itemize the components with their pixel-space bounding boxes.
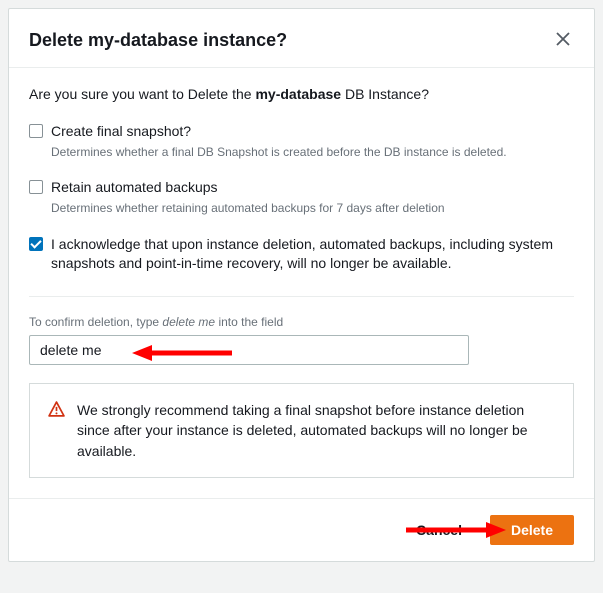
cancel-button[interactable]: Cancel — [400, 516, 478, 544]
modal-title: Delete my-database instance? — [29, 30, 287, 51]
option-acknowledge: I acknowledge that upon instance deletio… — [29, 235, 574, 274]
checkbox-desc: Determines whether retaining automated b… — [51, 200, 574, 217]
confirm-question: Are you sure you want to Delete the my-d… — [29, 86, 574, 102]
close-button[interactable] — [552, 27, 574, 53]
checkbox-acknowledge[interactable] — [29, 237, 43, 251]
checkbox-label: Retain automated backups — [51, 178, 218, 198]
confirm-input[interactable] — [29, 335, 469, 365]
delete-button[interactable]: Delete — [490, 515, 574, 545]
divider — [29, 296, 574, 297]
confirm-input-wrap — [29, 335, 574, 365]
option-retain-backups: Retain automated backups Determines whet… — [29, 178, 574, 216]
delete-instance-modal: Delete my-database instance? Are you sur… — [8, 8, 595, 562]
checkbox-retain-backups[interactable] — [29, 180, 43, 194]
modal-body: Are you sure you want to Delete the my-d… — [9, 68, 594, 498]
checkbox-label: I acknowledge that upon instance deletio… — [51, 235, 574, 274]
warning-text: We strongly recommend taking a final sna… — [77, 400, 555, 461]
confirm-input-label: To confirm deletion, type delete me into… — [29, 315, 574, 329]
modal-header: Delete my-database instance? — [9, 9, 594, 68]
warning-triangle-icon — [48, 401, 65, 423]
checkbox-label: Create final snapshot? — [51, 122, 191, 142]
checkbox-final-snapshot[interactable] — [29, 124, 43, 138]
option-final-snapshot: Create final snapshot? Determines whethe… — [29, 122, 574, 160]
checkbox-desc: Determines whether a final DB Snapshot i… — [51, 144, 574, 161]
modal-footer: Cancel Delete — [9, 498, 594, 561]
close-icon — [556, 30, 570, 50]
warning-box: We strongly recommend taking a final sna… — [29, 383, 574, 478]
